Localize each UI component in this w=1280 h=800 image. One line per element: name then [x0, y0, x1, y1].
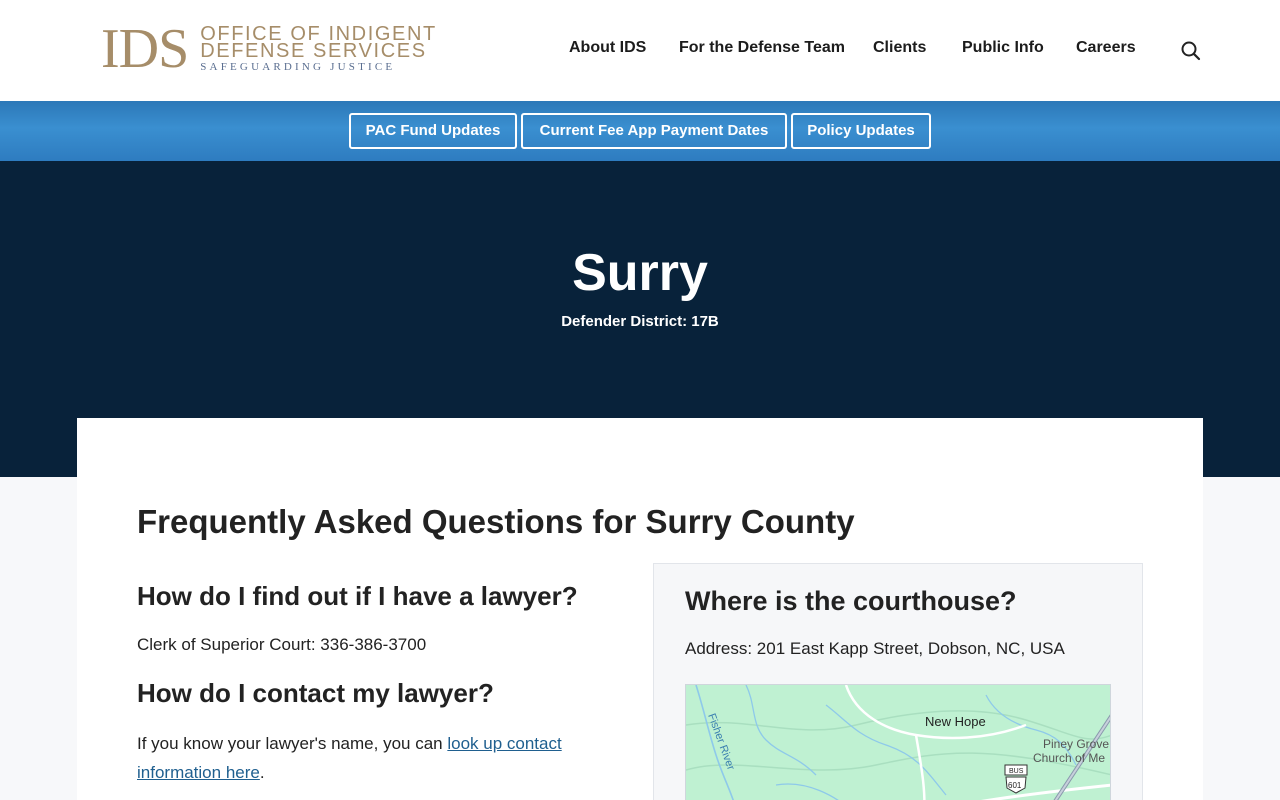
answer-suffix: .	[259, 763, 265, 782]
fee-app-payment-dates-button[interactable]: Current Fee App Payment Dates	[521, 113, 787, 149]
map-label-new-hope: New Hope	[925, 714, 986, 729]
faq-question-contact: How do I contact my lawyer?	[137, 678, 494, 708]
quick-links-bar: PAC Fund Updates Current Fee App Payment…	[0, 101, 1280, 161]
faq-answer-contact: If you know your lawyer's name, you can …	[137, 729, 607, 787]
map-canvas: New Hope Piney Grove Church of Me Fisher…	[686, 685, 1110, 800]
map-label-church: Church of Me	[1033, 751, 1105, 765]
faq-question-lawyer: How do I find out if I have a lawyer?	[137, 581, 578, 611]
logo-mark: IDS	[101, 18, 189, 80]
ids-logo[interactable]: IDS OFFICE OF INDIGENT DEFENSE SERVICES …	[101, 18, 437, 80]
logo-text: OFFICE OF INDIGENT DEFENSE SERVICES SAFE…	[200, 24, 437, 74]
answer-prefix: If you know your lawyer's name, you can	[137, 734, 448, 753]
policy-updates-button[interactable]: Policy Updates	[791, 113, 931, 149]
nav-about-ids[interactable]: About IDS	[569, 38, 646, 58]
map-label-piney-grove: Piney Grove	[1043, 737, 1109, 751]
courthouse-map[interactable]: New Hope Piney Grove Church of Me Fisher…	[685, 684, 1111, 800]
nav-for-the-defense-team[interactable]: For the Defense Team	[679, 38, 845, 58]
content-card: Frequently Asked Questions for Surry Cou…	[77, 418, 1203, 800]
nav-careers[interactable]: Careers	[1076, 38, 1136, 58]
search-icon[interactable]	[1180, 40, 1202, 62]
pac-fund-updates-button[interactable]: PAC Fund Updates	[349, 113, 517, 149]
map-shield-bus: BUS	[1009, 768, 1024, 775]
map-shield-601: 601	[1008, 781, 1022, 790]
nav-clients[interactable]: Clients	[873, 38, 926, 58]
page-title: Surry	[572, 244, 708, 302]
faq-heading: Frequently Asked Questions for Surry Cou…	[137, 503, 855, 540]
defender-district: Defender District: 17B	[561, 313, 719, 330]
courthouse-panel: Where is the courthouse? Address: 201 Ea…	[653, 563, 1143, 800]
site-header: IDS OFFICE OF INDIGENT DEFENSE SERVICES …	[0, 0, 1280, 101]
logo-tagline: SAFEGUARDING JUSTICE	[200, 61, 396, 73]
courthouse-address: Address: 201 East Kapp Street, Dobson, N…	[685, 639, 1065, 658]
nav-public-info[interactable]: Public Info	[962, 38, 1044, 58]
courthouse-heading: Where is the courthouse?	[685, 586, 1017, 616]
logo-line-2: DEFENSE SERVICES	[200, 40, 427, 62]
faq-answer-lawyer: Clerk of Superior Court: 336-386-3700	[137, 635, 427, 654]
